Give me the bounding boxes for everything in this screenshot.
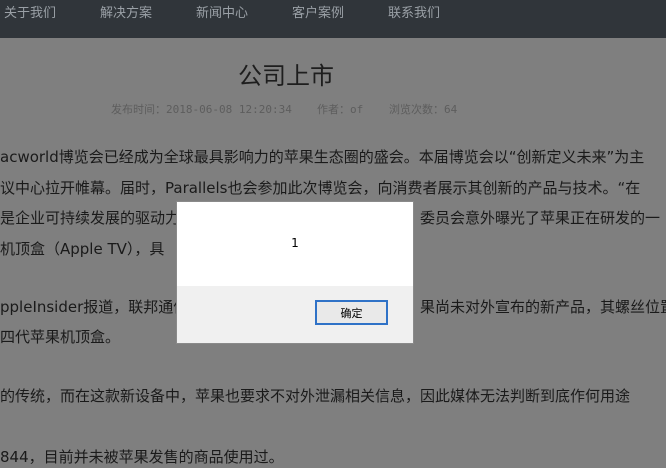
article-title: 公司上市 <box>238 62 334 90</box>
ok-button[interactable]: 确定 <box>315 300 388 325</box>
article-line: 是企业可持续发展的驱动力 <box>0 209 181 227</box>
article-line: ppleInsider报道，联邦通信 <box>0 298 189 316</box>
view-count: 浏览次数：64 <box>389 103 458 116</box>
nav-item-contact[interactable]: 联系我们 <box>388 2 440 21</box>
author: 作者：of <box>317 103 364 116</box>
article-line: acworld博览会已经成为全球最具影响力的苹果生态圈的盛会。本届博览会以“创新… <box>0 148 645 166</box>
dialog-body: 1 <box>177 202 413 286</box>
nav-item-about[interactable]: 关于我们 <box>4 2 56 21</box>
article-line: 844，目前并未被苹果发售的商品使用过。 <box>0 448 284 466</box>
article-line: 委员会意外曝光了苹果正在研发的一 <box>420 209 661 227</box>
nav-item-news[interactable]: 新闻中心 <box>196 2 248 21</box>
publish-time: 发布时间：2018-06-08 12:20:34 <box>111 103 292 116</box>
article-line: 机顶盒（Apple TV），具 <box>0 240 165 258</box>
article-line: 的传统，而在这款新设备中，苹果也要求不对外泄漏相关信息，因此媒体无法判断到底作何… <box>0 387 631 405</box>
nav-item-solutions[interactable]: 解决方案 <box>100 2 152 21</box>
alert-dialog: 1 确定 <box>176 201 414 344</box>
article-line: 果尚未对外宣布的新产品，其螺丝位置 <box>420 298 666 316</box>
top-navigation: 关于我们 解决方案 新闻中心 客户案例 联系我们 <box>0 0 666 38</box>
nav-item-cases[interactable]: 客户案例 <box>292 2 344 21</box>
article-line: 议中心拉开帷幕。届时，Parallels也会参加此次博览会，向消费者展示其创新的… <box>0 179 641 197</box>
article-line: 四代苹果机顶盒。 <box>0 328 121 346</box>
dialog-message: 1 <box>291 236 299 250</box>
